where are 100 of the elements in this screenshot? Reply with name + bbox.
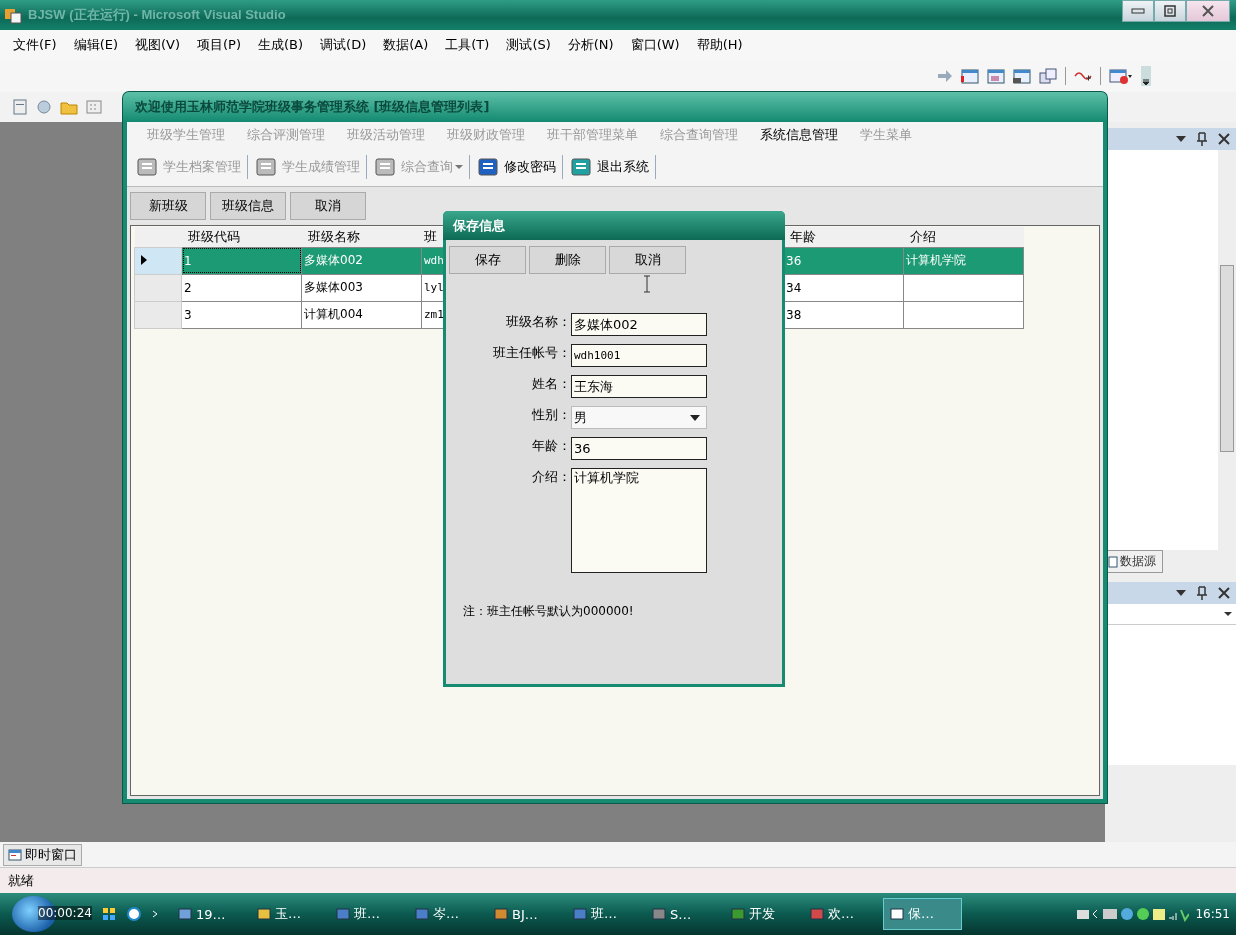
action-button[interactable]: 新班级 [130, 192, 206, 220]
taskbar-button[interactable]: 欢… [804, 898, 883, 930]
close-icon[interactable] [1218, 133, 1230, 145]
taskbar-button[interactable]: 班… [330, 898, 409, 930]
column-header[interactable]: 年龄 [783, 227, 904, 247]
browser-icon[interactable] [126, 906, 142, 922]
table-cell: 多媒体002 [301, 247, 422, 274]
menu-item[interactable]: 调试(D) [320, 36, 367, 54]
field-label: 班级名称： [505, 313, 571, 331]
pin-icon[interactable] [1196, 132, 1208, 146]
windows-icon[interactable] [102, 907, 116, 921]
app-icon [810, 907, 824, 921]
app-icon [731, 907, 745, 921]
taskbar-button[interactable]: BJ… [488, 898, 567, 930]
menu-item[interactable]: 分析(N) [567, 36, 614, 54]
caret-icon [455, 164, 463, 170]
row-header[interactable] [134, 247, 182, 274]
app-icon [890, 907, 904, 921]
menu-item[interactable]: 测试(S) [506, 36, 551, 54]
note-text: 注：班主任帐号默认为000000! [446, 573, 782, 684]
document-icon[interactable] [12, 99, 28, 115]
clock-text: 16:51 [1195, 907, 1230, 921]
text-cursor-icon [643, 275, 651, 293]
menu-item[interactable]: 视图(V) [135, 36, 181, 54]
toolbar-button[interactable]: 退出系统 [569, 156, 649, 178]
dropdown-field[interactable]: 男 [571, 406, 707, 429]
dropdown-icon[interactable] [1176, 135, 1186, 143]
close-button[interactable] [1186, 0, 1230, 22]
column-header[interactable]: 介绍 [903, 227, 1024, 247]
text-area[interactable]: 计算机学院 [571, 468, 707, 573]
dialog-title: 保存信息 [453, 216, 505, 235]
pin-icon[interactable] [1196, 586, 1208, 600]
restore-button[interactable] [1154, 0, 1186, 22]
overflow-icon[interactable] [1141, 66, 1151, 86]
menu-item[interactable]: 帮助(H) [696, 36, 743, 54]
menu-item[interactable]: 工具(T) [445, 36, 490, 54]
minimize-button[interactable] [1122, 0, 1154, 22]
action-button[interactable]: 班级信息 [210, 192, 286, 220]
panel-tab[interactable]: 即时窗口 [3, 843, 82, 866]
table-cell: 36 [783, 247, 904, 274]
table-cell: 38 [783, 301, 904, 328]
menu-item[interactable]: 数据(A) [383, 36, 429, 54]
caret-icon [1224, 611, 1232, 617]
panel-tab[interactable]: 数据源 [1105, 550, 1163, 573]
taskbar-button[interactable]: 19… [172, 898, 251, 930]
field-label: 介绍： [531, 468, 571, 486]
form-icon[interactable] [961, 68, 979, 84]
input-field[interactable]: 王东海 [571, 375, 707, 398]
close-icon [1202, 5, 1214, 17]
input-field[interactable]: 36 [571, 437, 707, 460]
column-header[interactable]: 班级代码 [181, 227, 302, 247]
taskbar-button[interactable]: 保… [883, 898, 962, 930]
menu-item[interactable]: 窗口(W) [630, 36, 680, 54]
dialog-button[interactable]: 保存 [449, 246, 526, 274]
form-icon[interactable] [1013, 68, 1031, 84]
close-icon[interactable] [1218, 587, 1230, 599]
menu-item[interactable]: 文件(F) [13, 36, 57, 54]
dialog-button[interactable]: 取消 [609, 246, 686, 274]
input-field[interactable]: wdh1001 [571, 344, 707, 367]
taskbar-button[interactable]: 玉… [251, 898, 330, 930]
windows-icon[interactable] [1039, 68, 1057, 84]
child-window-title: 欢迎使用玉林师范学院班级事务管理系统 [班级信息管理列表] [135, 98, 490, 116]
action-button[interactable]: 取消 [290, 192, 366, 220]
table-cell: 2 [181, 274, 302, 301]
form-icon[interactable] [987, 68, 1005, 84]
field-label: 姓名： [531, 375, 571, 393]
table-cell: 多媒体003 [301, 274, 422, 301]
column-header[interactable]: 班级名称 [301, 227, 422, 247]
tray-icons-drawing[interactable] [1077, 906, 1190, 922]
taskbar-button[interactable]: 班… [567, 898, 646, 930]
menu-item[interactable]: 项目(P) [197, 36, 241, 54]
menu-item[interactable]: 生成(B) [258, 36, 304, 54]
app-icon [494, 907, 508, 921]
table-cell: 1 [181, 247, 302, 274]
dialog-button[interactable]: 删除 [529, 246, 606, 274]
input-field[interactable]: 多媒体002 [571, 313, 707, 336]
app-icon [4, 6, 22, 24]
taskbar-button[interactable]: S… [646, 898, 725, 930]
app-icon [415, 907, 429, 921]
field-label: 性别： [531, 406, 571, 424]
minimize-icon [1131, 8, 1145, 14]
chevron-icon[interactable] [152, 910, 158, 918]
toolbar-button[interactable]: 修改密码 [476, 156, 556, 178]
taskbar-button[interactable]: 岑… [409, 898, 488, 930]
table-cell: 34 [783, 274, 904, 301]
restore-icon [1164, 5, 1176, 17]
disc-icon[interactable] [36, 99, 52, 115]
dropdown-field[interactable] [1105, 604, 1236, 624]
caret-icon [690, 414, 700, 421]
menu-item[interactable]: 系统信息管理 [760, 126, 838, 144]
table-cell: 计算机004 [301, 301, 422, 328]
dropdown-icon[interactable] [1176, 589, 1186, 597]
scrollbar[interactable] [1218, 150, 1236, 550]
table-cell: 3 [181, 301, 302, 328]
window-icon [8, 848, 22, 861]
field-label: 年龄： [531, 437, 571, 455]
app-icon [257, 907, 271, 921]
window-icon[interactable] [1109, 68, 1133, 84]
taskbar-button[interactable]: 开发 [725, 898, 804, 930]
menu-item[interactable]: 编辑(E) [73, 36, 118, 54]
